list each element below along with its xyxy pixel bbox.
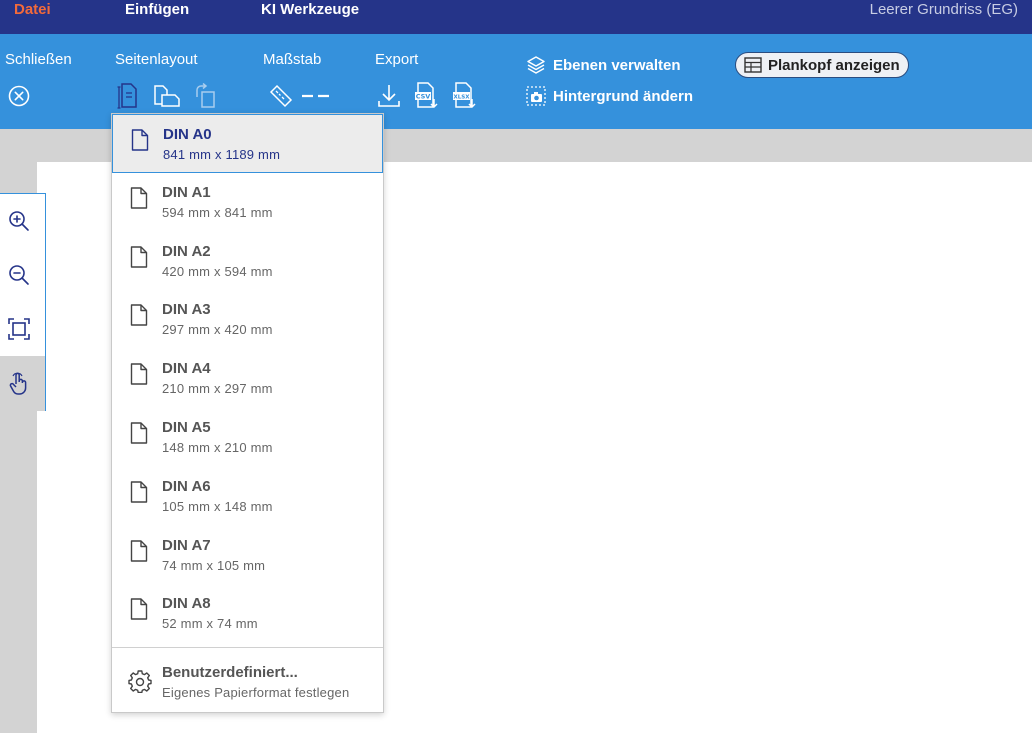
menu-bar: Datei Einfügen KI Werkzeuge Leerer Grund… [0,0,1032,34]
paper-format-option[interactable]: DIN A5 148 mm x 210 mm [112,408,383,467]
paper-format-title: DIN A0 [163,126,212,143]
paper-format-title: DIN A1 [162,183,211,201]
close-button[interactable] [7,84,31,108]
page-orientation-button[interactable] [153,84,181,108]
ruler-icon [269,84,293,108]
page-icon [130,245,148,268]
page-icon [130,363,148,385]
dashed-line-icon [302,94,329,98]
paper-format-title: DIN A7 [162,536,211,554]
xlsx-export-button[interactable]: XLSX [452,82,478,110]
close-group-label: Schließen [5,51,72,68]
csv-export-button[interactable]: CSV [414,82,440,110]
zoom-in-icon [8,211,29,231]
fit-view-button[interactable] [0,302,45,356]
paper-format-size: 210 mm x 297 mm [162,381,273,397]
manage-layers-button[interactable]: Ebenen verwalten [526,55,681,75]
page-icon [130,598,148,621]
paper-format-option[interactable]: DIN A0 841 mm x 1189 mm [112,114,383,173]
paper-format-option[interactable]: DIN A1 594 mm x 841 mm [112,173,383,232]
table-icon [744,57,762,73]
custom-format-subtitle: Eigenes Papierformat festlegen [162,685,350,700]
page-layout-group-label: Seitenlayout [115,51,198,68]
view-toolbar [0,193,46,411]
paper-format-size: 74 mm x 105 mm [162,557,266,573]
paper-format-option[interactable]: DIN A3 297 mm x 420 mm [112,290,383,349]
paper-format-option[interactable]: DIN A7 74 mm x 105 mm [112,526,383,585]
paper-format-size: 105 mm x 148 mm [162,498,273,514]
rotate-page-icon [196,83,215,108]
page-icon [130,481,148,503]
page-icon [130,539,148,562]
page-icon [130,422,148,444]
paper-format-size: 420 mm x 594 mm [162,263,273,279]
paper-format-title: DIN A8 [162,595,211,613]
paper-format-option[interactable]: DIN A4 210 mm x 297 mm [112,349,383,408]
paper-format-title: DIN A3 [162,301,211,319]
zoom-in-button[interactable] [0,194,45,248]
paper-format-size: 297 mm x 420 mm [162,322,273,338]
paper-format-title: DIN A2 [162,242,211,260]
page-format-icon [117,83,137,109]
custom-format-title: Benutzerdefiniert... [162,664,298,681]
export-group-label: Export [375,51,419,68]
pan-button[interactable] [0,356,45,411]
paper-format-size: 148 mm x 210 mm [162,440,273,455]
paper-format-title: DIN A6 [162,477,211,495]
scale-group-label: Maßstab [263,51,322,68]
background-photo-icon [526,86,546,106]
csv-tag: CSV [416,93,431,101]
paper-format-option[interactable]: DIN A2 420 mm x 594 mm [112,232,383,291]
paper-format-option[interactable]: DIN A6 105 mm x 148 mm [112,467,383,526]
gear-icon [128,670,152,693]
xlsx-tag: XLSX [454,95,471,101]
tab-ki-werkzeuge[interactable]: KI Werkzeuge [261,1,359,18]
change-background-button[interactable]: Hintergrund ändern [526,86,693,106]
paper-format-title: DIN A5 [162,419,211,436]
page-orientation-icon [154,85,180,107]
paper-format-size: 52 mm x 74 mm [162,616,258,632]
page-format-button[interactable] [116,83,142,109]
custom-format-option[interactable]: Benutzerdefiniert... Eigenes Papierforma… [112,655,383,714]
xlsx-export-icon: XLSX [453,82,476,109]
paper-format-size: 841 mm x 1189 mm [163,147,281,162]
dropdown-separator [112,647,383,648]
page-icon [131,129,149,151]
download-icon [378,85,400,107]
document-title: Leerer Grundriss (EG) [869,1,1018,18]
show-title-block-label: Plankopf anzeigen [768,56,900,74]
show-title-block-button[interactable]: Plankopf anzeigen [735,52,909,78]
manage-layers-label: Ebenen verwalten [553,56,681,74]
rotate-page-button [193,83,217,109]
zoom-out-button[interactable] [0,248,45,302]
paper-format-dropdown: DIN A0 841 mm x 1189 mm DIN A1 594 mm x 841… [111,113,384,713]
ruler-button[interactable] [268,83,294,109]
tab-datei[interactable]: Datei [14,1,51,18]
csv-export-icon: CSV [415,82,438,109]
zoom-out-icon [8,265,29,285]
page-icon [130,304,148,327]
paper-format-option[interactable]: DIN A8 52 mm x 74 mm [112,584,383,643]
download-button[interactable] [377,83,401,109]
tab-einfuegen[interactable]: Einfügen [125,1,189,18]
close-circle-icon [8,85,30,107]
fit-view-icon [7,318,30,340]
line-style-button[interactable] [302,92,330,100]
paper-format-size: 594 mm x 841 mm [162,204,273,220]
pan-hand-icon [9,372,26,395]
page-icon [130,187,148,209]
layers-icon [527,56,545,74]
change-background-label: Hintergrund ändern [553,87,694,105]
paper-format-title: DIN A4 [162,360,211,378]
